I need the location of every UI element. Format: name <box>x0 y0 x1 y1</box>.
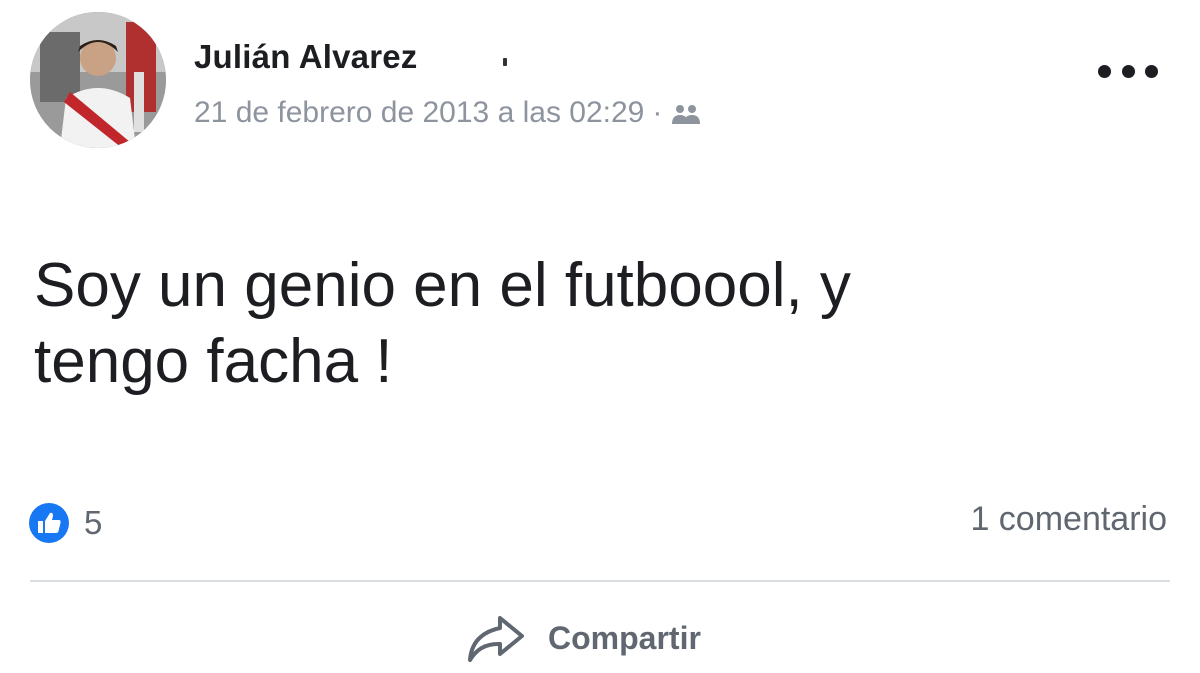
avatar-photo <box>30 12 166 148</box>
post-meta: 21 de febrero de 2013 a las 02:29 · <box>194 96 702 130</box>
share-icon <box>468 616 524 662</box>
author-avatar[interactable] <box>30 12 166 148</box>
author-name[interactable]: Julián Alvarez <box>194 38 418 76</box>
post-timestamp[interactable]: 21 de febrero de 2013 a las 02:29 <box>194 96 644 130</box>
post-text-line: Soy un genio en el futboool, y <box>34 251 851 320</box>
name-marker <box>503 58 507 66</box>
share-label: Compartir <box>548 619 701 656</box>
reactions-summary[interactable]: 5 <box>28 502 102 544</box>
more-dot <box>1145 64 1158 78</box>
like-icon <box>29 503 69 543</box>
post-text-line: tengo facha ! <box>34 327 393 396</box>
more-options-icon[interactable] <box>1098 56 1158 86</box>
reaction-count: 5 <box>84 504 103 541</box>
share-button[interactable]: Compartir <box>466 612 701 664</box>
more-dot <box>1098 64 1111 78</box>
meta-separator: · <box>652 96 663 129</box>
friends-icon[interactable] <box>670 103 702 125</box>
post-text: Soy un genio en el futboool, y tengo fac… <box>34 248 1134 400</box>
more-dot <box>1121 64 1135 78</box>
comment-count[interactable]: 1 comentario <box>970 500 1167 539</box>
action-divider <box>30 580 1170 582</box>
